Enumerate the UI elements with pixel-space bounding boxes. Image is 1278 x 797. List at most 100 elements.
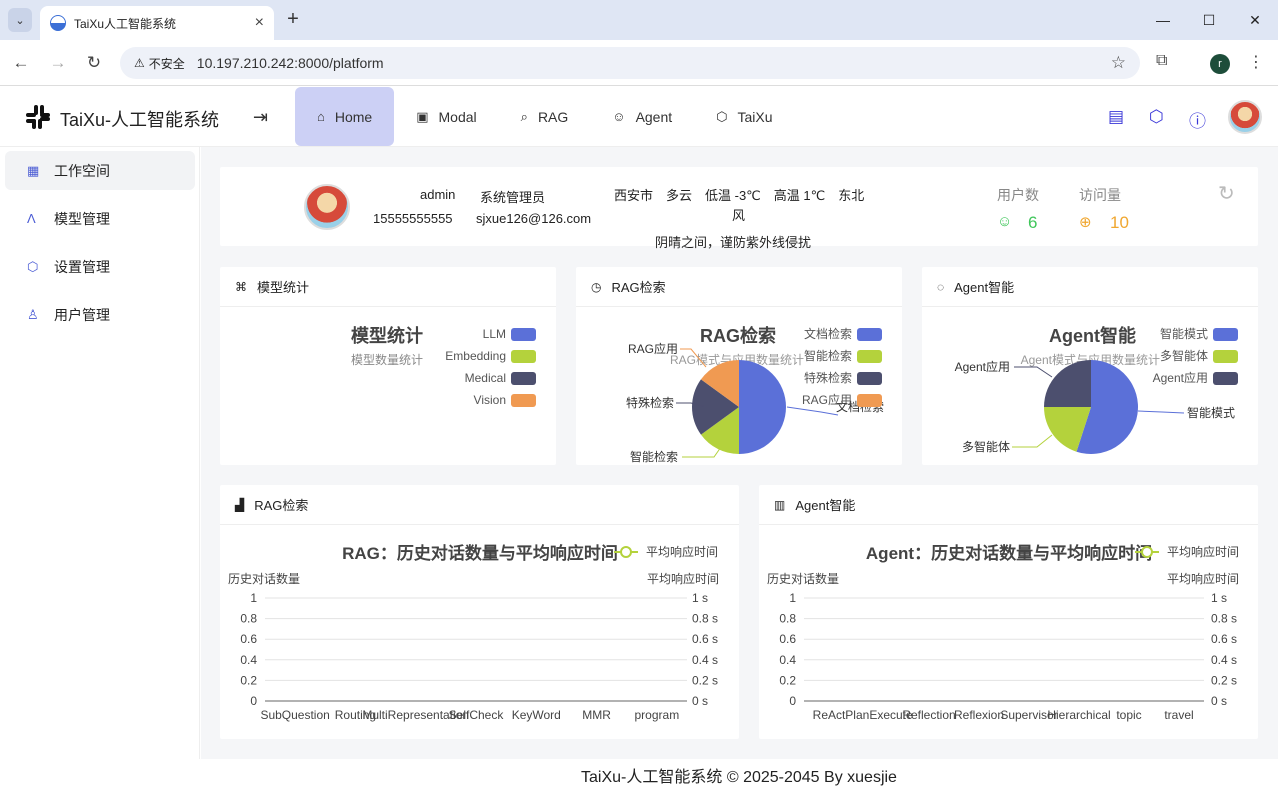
- legend-item[interactable]: Agent应用: [1153, 370, 1238, 385]
- chart-title: 模型统计: [351, 325, 423, 346]
- profile-avatar[interactable]: r: [1210, 54, 1230, 74]
- left-axis-label: 历史对话数量: [767, 571, 839, 586]
- nav-agent[interactable]: ☺ Agent: [590, 87, 694, 146]
- legend-item[interactable]: 智能模式: [1160, 326, 1238, 341]
- browser-menu-icon[interactable]: ⋮: [1248, 52, 1264, 72]
- tab-search-button[interactable]: ⌄: [8, 8, 32, 32]
- security-indicator[interactable]: ⚠ 不安全: [128, 51, 191, 75]
- legend-label: Medical: [465, 371, 506, 385]
- right-tick-label: 0 s: [1211, 694, 1227, 708]
- chart-title: RAG检索: [700, 325, 776, 346]
- right-tick-label: 0 s: [692, 694, 708, 708]
- sidebar-item-models[interactable]: Λ 模型管理: [5, 199, 195, 238]
- nav-label: RAG: [537, 108, 569, 125]
- nav-label: Home: [334, 108, 373, 125]
- legend-label: 特殊检索: [804, 370, 852, 385]
- close-tab-icon[interactable]: ×: [255, 14, 264, 32]
- x-tick-label: Hierarchical: [1047, 708, 1110, 722]
- left-tick-label: 0.2: [240, 673, 257, 687]
- minimize-button[interactable]: —: [1140, 0, 1186, 40]
- tab-title: TaiXu人工智能系统: [74, 16, 177, 31]
- legend-item[interactable]: Vision: [474, 393, 536, 407]
- legend-swatch: [857, 350, 882, 363]
- home-icon: ⌂: [317, 109, 325, 124]
- pie-slice[interactable]: [739, 360, 786, 454]
- help-icon[interactable]: ⓘ: [1189, 107, 1206, 132]
- nav-home[interactable]: ⌂ Home: [295, 87, 395, 146]
- users-value: 6: [1028, 213, 1038, 232]
- forward-button[interactable]: →: [47, 52, 69, 74]
- card-header-label: 模型统计: [257, 280, 310, 295]
- left-tick-label: 0.2: [779, 673, 796, 687]
- rag-pie-chart: RAG检索 RAG模式与应用数量统计 RAG应用 特殊检索 智能检索 文档检索 …: [626, 325, 884, 464]
- card-header: ▥ Agent智能: [759, 485, 1258, 525]
- legend-item[interactable]: Embedding: [445, 349, 536, 363]
- chat-icon[interactable]: ▤: [1108, 107, 1124, 127]
- user-email: sjxue126@126.com: [476, 211, 592, 226]
- image-edit-icon: ▣: [416, 108, 429, 124]
- robot-icon: ☺: [612, 109, 626, 124]
- right-tick-label: 0.6 s: [1211, 632, 1237, 646]
- legend-item[interactable]: Medical: [465, 371, 536, 385]
- legend-item[interactable]: 文档检索: [804, 326, 882, 341]
- card-header-label: RAG检索: [254, 498, 309, 513]
- back-button[interactable]: ←: [10, 52, 32, 74]
- legend-item[interactable]: 智能检索: [804, 348, 882, 363]
- menu-collapse-icon[interactable]: ⇥: [253, 107, 268, 128]
- new-tab-button[interactable]: +: [282, 8, 304, 30]
- right-tick-label: 0.2 s: [1211, 673, 1237, 687]
- legend-swatch: [857, 372, 882, 385]
- reload-button[interactable]: ↻: [83, 52, 105, 74]
- nav-taixu[interactable]: ⬡ TaiXu: [694, 87, 794, 146]
- sidebar-item-workspace[interactable]: ▦ 工作空间: [5, 151, 195, 190]
- card-header-label: RAG检索: [611, 280, 666, 295]
- agent-line-chart: Agent：历史对话数量与平均响应时间 平均响应时间 历史对话数量 平均响应时间…: [767, 543, 1239, 722]
- nav-label: TaiXu: [737, 108, 773, 125]
- weather-line: 西安市 多云 低温 -3℃ 高温 1℃ 东北: [614, 188, 865, 203]
- legend-label: Embedding: [445, 349, 506, 363]
- legend-item[interactable]: 多智能体: [1160, 348, 1238, 363]
- legend-item[interactable]: LLM: [483, 327, 536, 341]
- card-header: ◷ RAG检索: [576, 267, 902, 307]
- browser-tab[interactable]: TaiXu人工智能系统 ×: [40, 6, 274, 40]
- legend-item[interactable]: RAG应用: [802, 392, 882, 407]
- close-window-button[interactable]: ✕: [1232, 0, 1278, 40]
- slack-logo-icon: [26, 105, 50, 129]
- maximize-button[interactable]: ☐: [1186, 0, 1232, 40]
- chart-title: Agent智能: [1049, 325, 1136, 346]
- app-header: TaiXu-人工智能系统 ⇥ ⌂ Home ▣ Modal ⌕ RAG ☺ Agent …: [0, 87, 1278, 147]
- left-tick-label: 0.6: [779, 632, 796, 646]
- globe-icon: ⊕: [1079, 214, 1092, 231]
- bookmark-star-icon[interactable]: ☆: [1111, 53, 1126, 73]
- pie-slice[interactable]: [1044, 360, 1091, 407]
- hexagon-settings-icon[interactable]: ⬡: [1149, 107, 1164, 127]
- legend-item[interactable]: 特殊检索: [804, 370, 882, 385]
- chart-title: Agent：历史对话数量与平均响应时间: [866, 543, 1152, 563]
- legend-label: 平均响应时间: [1167, 544, 1239, 559]
- omnibox[interactable]: ⚠ 不安全 10.197.210.242:8000/platform ☆: [120, 47, 1140, 79]
- card-header: ▟ RAG检索: [220, 485, 739, 525]
- legend-swatch: [1213, 328, 1238, 341]
- right-tick-label: 0.4 s: [692, 653, 718, 667]
- model-stats-card: ⌘ 模型统计 模型统计 模型数量统计 LLM Embedding Medical …: [220, 267, 556, 465]
- extensions-icon[interactable]: ⧉: [1156, 52, 1167, 70]
- x-tick-label: travel: [1164, 708, 1193, 722]
- dashboard-icon: ▥: [774, 497, 786, 512]
- left-tick-label: 0: [250, 694, 257, 708]
- sidebar: ▦ 工作空间 Λ 模型管理 ⬡ 设置管理 ♙ 用户管理: [0, 147, 200, 759]
- legend-item[interactable]: 平均响应时间: [614, 544, 718, 559]
- legend-label: 智能检索: [804, 348, 852, 363]
- right-axis-label: 平均响应时间: [647, 571, 719, 586]
- url-text[interactable]: 10.197.210.242:8000/platform: [197, 55, 384, 71]
- command-icon: ⌘: [235, 279, 247, 294]
- brand-title: TaiXu-人工智能系统: [60, 110, 220, 130]
- sidebar-item-settings[interactable]: ⬡ 设置管理: [5, 247, 195, 286]
- main-content: admin 系统管理员 15555555555 sjxue126@126.com…: [201, 147, 1278, 759]
- right-tick-label: 0.8 s: [1211, 612, 1237, 626]
- nav-rag[interactable]: ⌕ RAG: [499, 87, 591, 146]
- refresh-icon[interactable]: ↻: [1218, 181, 1235, 206]
- legend-swatch: [857, 328, 882, 341]
- user-avatar[interactable]: [1228, 100, 1262, 134]
- sidebar-item-users[interactable]: ♙ 用户管理: [5, 295, 195, 334]
- nav-modal[interactable]: ▣ Modal: [394, 87, 498, 146]
